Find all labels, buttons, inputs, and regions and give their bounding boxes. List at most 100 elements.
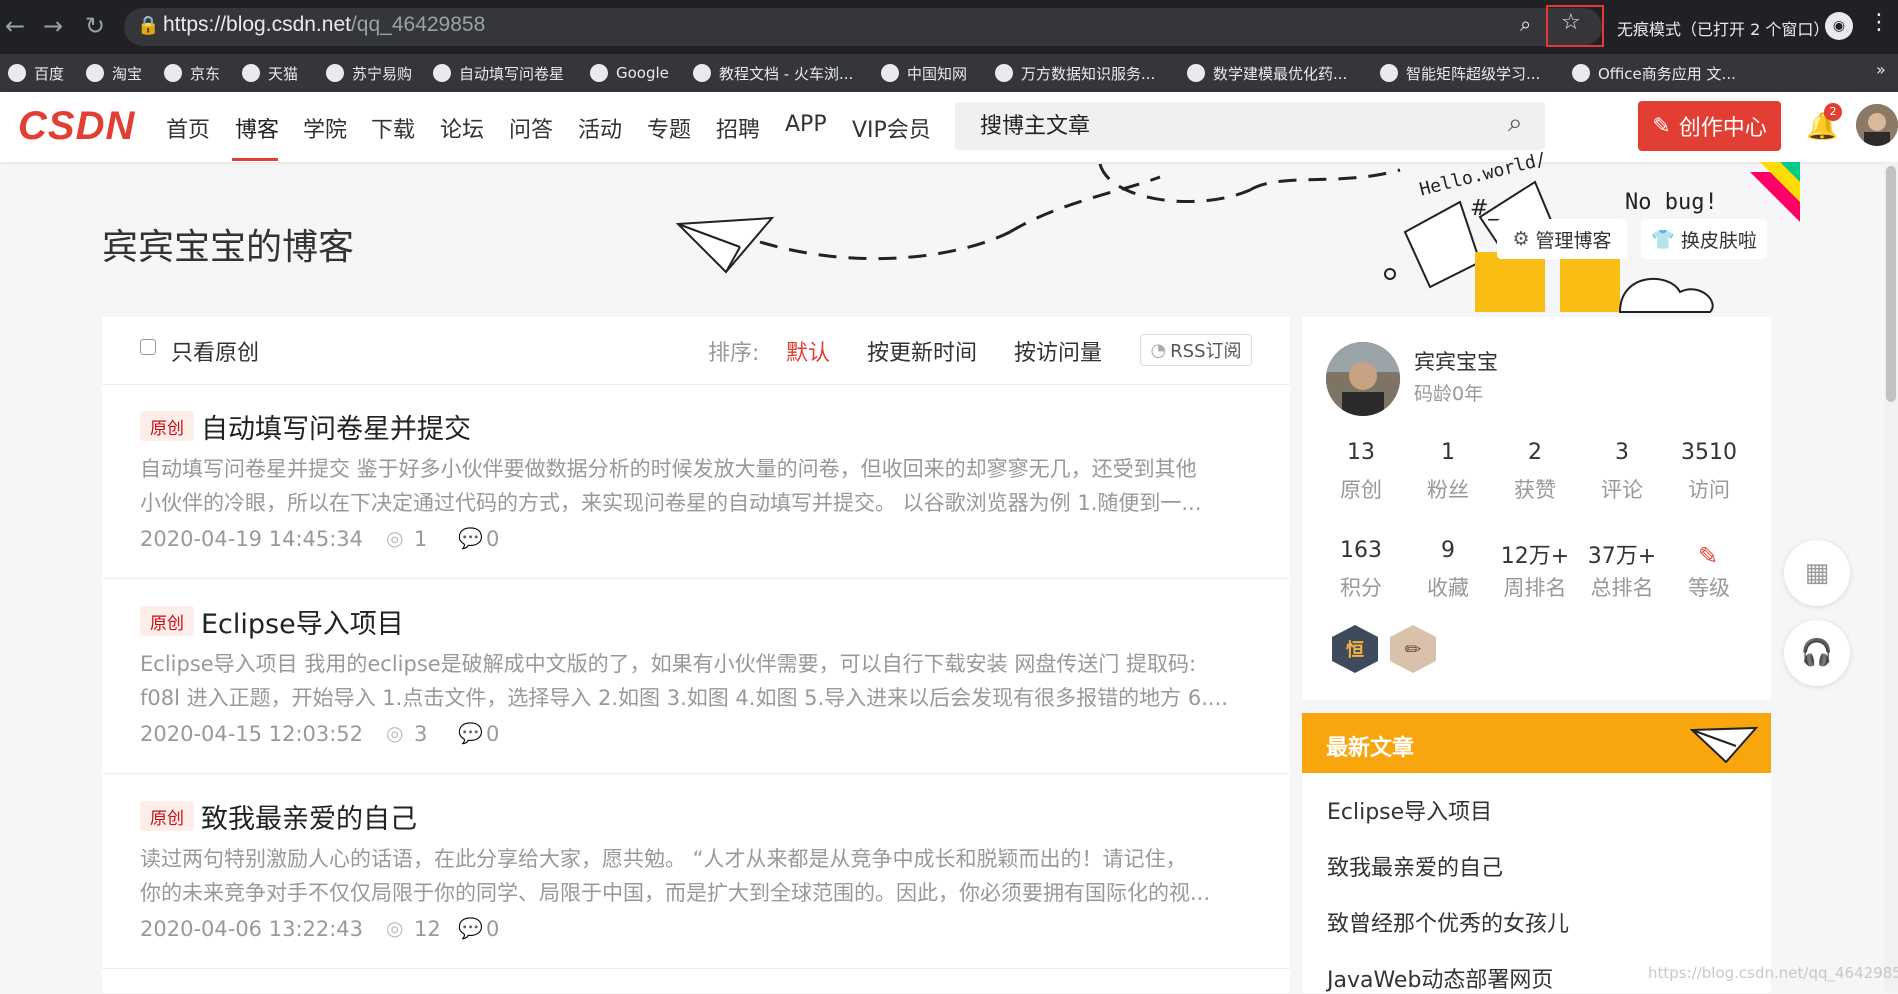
bookmark-item[interactable]: 天猫 (242, 58, 298, 88)
csdn-logo[interactable]: CSDN (18, 104, 135, 149)
stat-value[interactable]: 1 (1403, 440, 1493, 465)
bookmark-favicon-icon (326, 64, 344, 82)
article-desc-line[interactable]: 读过两句特别激励人心的话语，在此分享给大家，愿共勉。 “人才从来都是从竞争中成长… (140, 842, 1250, 876)
stat-label[interactable]: 原创 (1316, 474, 1406, 504)
only-original-checkbox[interactable] (140, 339, 156, 355)
bookmark-item[interactable]: 教程文档 - 火车浏... (693, 58, 853, 88)
nav-item[interactable]: 首页 (166, 112, 210, 144)
bookmark-item[interactable]: 百度 (8, 58, 64, 88)
bookmark-item[interactable]: 数学建模最优化药... (1187, 58, 1347, 88)
bookmark-item[interactable]: Google (590, 58, 669, 88)
bookmark-item[interactable]: 中国知网 (881, 58, 967, 88)
stat-value[interactable]: 3510 (1664, 440, 1754, 465)
bookmark-star-icon[interactable]: ☆ (1561, 10, 1581, 35)
bookmarks-more-icon[interactable]: » (1876, 60, 1886, 79)
stat-label[interactable]: 等级 (1664, 572, 1754, 602)
url-text[interactable]: https://blog.csdn.net/qq_46429858 (163, 13, 485, 37)
article-views: 1 (414, 527, 428, 551)
bookmark-favicon-icon (590, 64, 608, 82)
bookmark-item[interactable]: Office商务应用 文... (1572, 58, 1736, 88)
bookmark-label: 中国知网 (907, 64, 968, 83)
bookmark-favicon-icon (1187, 64, 1205, 82)
rss-button[interactable]: ◔ RSS订阅 (1140, 334, 1252, 366)
manage-blog-button[interactable]: ⚙ 管理博客 (1497, 219, 1627, 259)
nav-item[interactable]: APP (785, 112, 827, 137)
stat-value[interactable]: 9 (1403, 538, 1493, 563)
article-desc-line[interactable]: 自动填写问卷星并提交 鉴于好多小伙伴要做数据分析的时候发放大量的问卷，但收回来的… (140, 452, 1250, 486)
article-desc-line[interactable]: 你的未来竞争对手不仅仅局限于你的同学、局限于中国，而是扩大到全球范围的。因此，你… (140, 876, 1250, 910)
nav-item[interactable]: 活动 (578, 112, 622, 144)
zoom-icon[interactable]: ⌕ (1520, 12, 1531, 36)
nav-item[interactable]: 招聘 (716, 112, 760, 144)
nav-item[interactable]: 专题 (647, 112, 691, 144)
bookmark-favicon-icon (693, 64, 711, 82)
stat-value[interactable]: 2 (1490, 440, 1580, 465)
banner-nobug-text: No bug! (1625, 190, 1718, 215)
only-original-label[interactable]: 只看原创 (171, 335, 259, 367)
latest-article-link[interactable]: 致曾经那个优秀的女孩儿 (1327, 906, 1569, 938)
stat-label[interactable]: 收藏 (1403, 572, 1493, 602)
article-desc-line[interactable]: Eclipse导入项目 我用的eclipse是破解成中文版的了，如果有小伙伴需要… (140, 647, 1250, 681)
browser-menu-icon[interactable]: ⋮ (1868, 10, 1890, 35)
stat-label[interactable]: 评论 (1577, 474, 1667, 504)
nav-item[interactable]: VIP会员 (852, 112, 931, 144)
nav-item[interactable]: 下载 (371, 112, 415, 144)
incognito-label[interactable]: 无痕模式（已打开 2 个窗口） (1617, 16, 1829, 40)
article-desc-line[interactable]: 小伙伴的冷眼，所以在下决定通过代码的方式，来实现问卷星的自动填写并提交。 以谷歌… (140, 486, 1250, 520)
level-icon[interactable]: ✎ (1698, 542, 1718, 570)
sort-default[interactable]: 默认 (786, 335, 830, 367)
stat-value[interactable]: 13 (1316, 440, 1406, 465)
search-input[interactable] (978, 102, 1478, 150)
search-icon[interactable]: ⌕ (1508, 108, 1523, 139)
stat-label[interactable]: 积分 (1316, 572, 1406, 602)
bookmark-item[interactable]: 自动填写问卷星 (433, 58, 564, 88)
incognito-icon[interactable]: ◉ (1825, 12, 1853, 40)
bookmark-favicon-icon (8, 64, 26, 82)
bookmark-item[interactable]: 万方数据知识服务... (995, 58, 1155, 88)
scrollbar-thumb[interactable] (1886, 166, 1896, 402)
article-desc-line[interactable]: f08l 进入正题，开始导入 1.点击文件，选择导入 2.如图 3.如图 4.如… (140, 681, 1250, 715)
change-skin-button[interactable]: 👕 换皮肤啦 (1641, 219, 1767, 259)
nav-item[interactable]: 论坛 (440, 112, 484, 144)
stat-value[interactable]: 12万+ (1490, 538, 1580, 570)
latest-article-link[interactable]: JavaWeb动态部署网页 (1327, 962, 1553, 994)
bookmark-favicon-icon (995, 64, 1013, 82)
qrcode-icon[interactable]: ▦ (1784, 540, 1850, 606)
reload-icon[interactable]: ↻ (80, 12, 110, 40)
stat-label[interactable]: 总排名 (1577, 572, 1667, 602)
site-header (0, 92, 1898, 162)
nav-item[interactable]: 博客 (235, 112, 279, 144)
profile-avatar[interactable] (1326, 342, 1400, 416)
latest-article-link[interactable]: Eclipse导入项目 (1327, 794, 1492, 826)
sort-by-views[interactable]: 按访问量 (1014, 335, 1102, 367)
profile-name[interactable]: 宾宾宝宝 (1414, 346, 1498, 376)
customer-service-icon[interactable]: 🎧 (1784, 620, 1850, 686)
article-title[interactable]: Eclipse导入项目 (201, 602, 404, 641)
stat-value[interactable]: 163 (1316, 538, 1406, 563)
stat-value[interactable]: 3 (1577, 440, 1667, 465)
sort-by-update-time[interactable]: 按更新时间 (867, 335, 977, 367)
bookmark-item[interactable]: 淘宝 (86, 58, 142, 88)
article-title[interactable]: 致我最亲爱的自己 (201, 797, 417, 836)
nav-item[interactable]: 学院 (303, 112, 347, 144)
lock-icon[interactable]: 🔒 (137, 15, 159, 36)
stat-label[interactable]: 获赞 (1490, 474, 1580, 504)
bookmark-item[interactable]: 京东 (164, 58, 220, 88)
bookmark-label: 天猫 (268, 64, 299, 83)
bookmark-favicon-icon (433, 64, 451, 82)
back-icon[interactable]: ← (0, 12, 30, 40)
stat-label[interactable]: 访问 (1664, 474, 1754, 504)
stat-label[interactable]: 粉丝 (1403, 474, 1493, 504)
eye-icon: ◎ (386, 721, 404, 745)
bookmark-item[interactable]: 智能矩阵超级学习... (1380, 58, 1540, 88)
latest-article-link[interactable]: 致我最亲爱的自己 (1327, 850, 1503, 882)
article-title[interactable]: 自动填写问卷星并提交 (201, 407, 471, 446)
nav-item[interactable]: 问答 (509, 112, 553, 144)
profile-avatar-image (1326, 342, 1400, 416)
stat-label[interactable]: 周排名 (1490, 572, 1580, 602)
bookmark-item[interactable]: 苏宁易购 (326, 58, 412, 88)
user-avatar[interactable] (1856, 104, 1898, 146)
forward-icon[interactable]: → (38, 12, 68, 40)
create-center-button[interactable]: ✎ 创作中心 (1638, 101, 1781, 151)
stat-value[interactable]: 37万+ (1577, 538, 1667, 570)
